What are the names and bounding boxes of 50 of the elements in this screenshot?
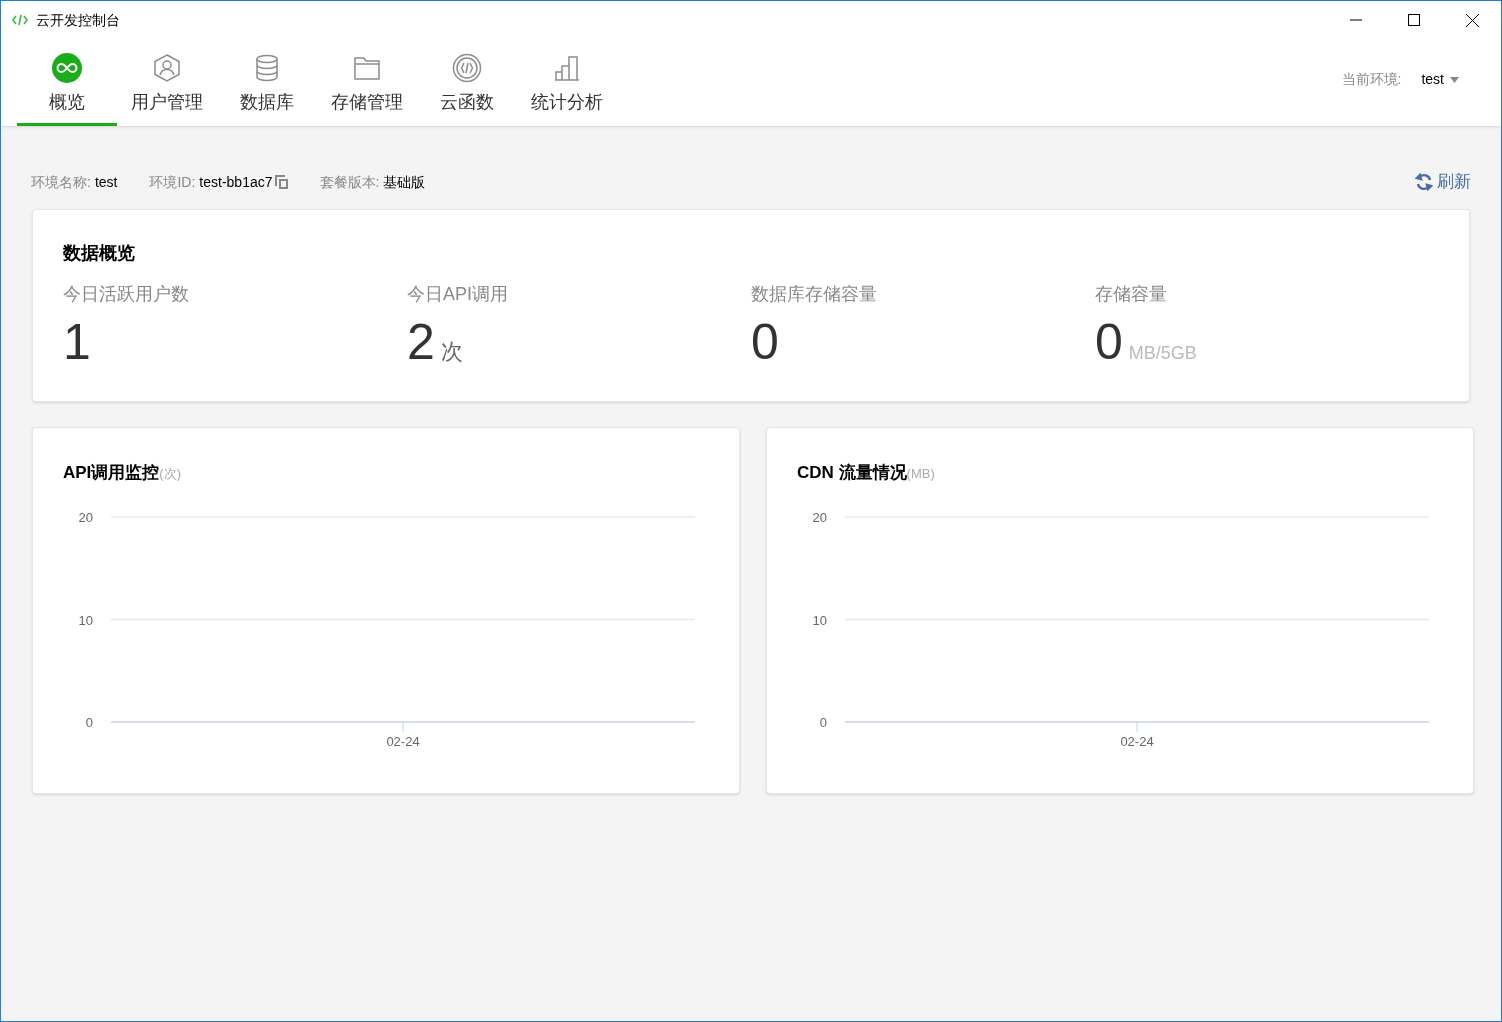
- y-tick-label: 10: [78, 612, 93, 627]
- chart-unit: (次): [159, 466, 181, 481]
- stat-value: 2: [407, 313, 435, 372]
- y-tick-label: 10: [812, 612, 827, 627]
- environment-label: 当前环境:: [1341, 70, 1402, 89]
- nav-tab[interactable]: 云函数: [417, 39, 517, 126]
- minimize-icon: [1350, 19, 1362, 21]
- overview-title: 数据概览: [63, 242, 136, 265]
- infinity-icon: [52, 53, 82, 83]
- copy-icon[interactable]: [274, 175, 288, 189]
- x-tick-label: 02-24: [1120, 733, 1154, 749]
- chart-title: CDN 流量情况: [797, 463, 907, 482]
- code-icon: [452, 53, 482, 83]
- x-tick-label: 02-24: [386, 733, 420, 749]
- stat-label: 今日API调用: [407, 283, 508, 306]
- stat-unit: 次: [440, 338, 463, 366]
- y-tick-label: 0: [819, 714, 827, 730]
- info-value: 基础版: [383, 172, 426, 192]
- y-tick-label: 20: [812, 509, 827, 525]
- info-label: 套餐版本:: [319, 172, 380, 192]
- stat-label: 存储容量: [1095, 283, 1167, 306]
- info-value: test-bb1ac7: [199, 172, 273, 192]
- nav-tab[interactable]: 概览: [17, 39, 117, 126]
- refresh-button[interactable]: 刷新: [1415, 169, 1471, 195]
- bar-chart-icon: [552, 53, 582, 83]
- stat-label: 今日活跃用户数: [63, 283, 189, 306]
- chart-unit: (MB): [906, 466, 935, 481]
- refresh-icon: [1415, 173, 1433, 191]
- info-label: 环境ID:: [149, 172, 196, 192]
- close-icon: [1465, 13, 1479, 27]
- info-label: 环境名称:: [31, 172, 91, 192]
- window-title: 云开发控制台: [36, 10, 120, 30]
- maximize-icon: [1408, 14, 1420, 26]
- nav-tab[interactable]: 用户管理: [117, 39, 217, 126]
- environment-dropdown[interactable]: test: [1421, 69, 1459, 90]
- nav-tab[interactable]: 数据库: [217, 39, 317, 126]
- code-brackets-icon: [12, 14, 28, 26]
- user-icon: [152, 53, 182, 83]
- nav-tab[interactable]: 存储管理: [317, 39, 417, 126]
- stat-label: 数据库存储容量: [751, 283, 877, 306]
- stat-value: 0: [751, 313, 779, 372]
- chart-title: API调用监控: [63, 463, 160, 482]
- stat-value: 1: [63, 313, 91, 372]
- y-tick-label: 20: [78, 509, 93, 525]
- info-value: test: [94, 172, 118, 192]
- y-tick-label: 0: [85, 714, 93, 730]
- stat-unit: MB/5GB: [1128, 342, 1197, 365]
- caret-icon: [1450, 76, 1459, 83]
- nav-tab[interactable]: 统计分析: [517, 39, 617, 126]
- stat-value: 0: [1095, 313, 1123, 372]
